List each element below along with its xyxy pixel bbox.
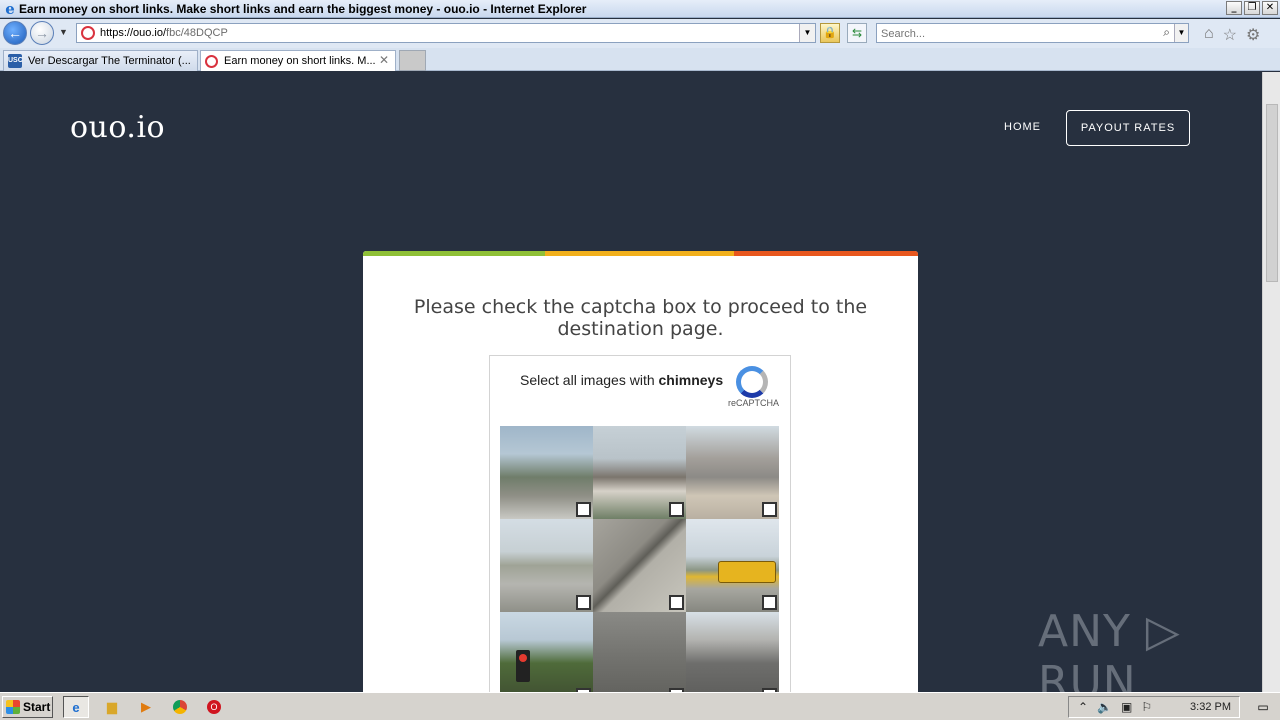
recaptcha-logo-icon bbox=[736, 366, 768, 398]
tray-expand-icon[interactable]: ⌃ bbox=[1078, 700, 1088, 714]
window-titlebar: e Earn money on short links. Make short … bbox=[0, 0, 1280, 18]
volume-icon[interactable]: 🔈 bbox=[1097, 700, 1112, 714]
history-dropdown-icon[interactable]: ▼ bbox=[59, 27, 68, 37]
site-favicon-icon bbox=[81, 26, 95, 40]
home-icon[interactable]: ⌂ bbox=[1204, 25, 1214, 45]
taskbar-opera-button[interactable]: O bbox=[201, 696, 227, 718]
address-dropdown-icon[interactable]: ▼ bbox=[799, 24, 815, 42]
captcha-image-grid bbox=[500, 426, 781, 692]
captcha-tile-3[interactable] bbox=[686, 426, 779, 519]
new-tab-button[interactable] bbox=[399, 50, 426, 71]
card-stripe-yellow bbox=[545, 251, 734, 256]
tab-bar: USC Ver Descargar The Terminator (... Ea… bbox=[0, 48, 1280, 71]
chrome-icon bbox=[173, 700, 187, 714]
address-url[interactable]: https://ouo.io/fbc/48DQCP bbox=[100, 27, 228, 39]
captcha-tile-2[interactable] bbox=[593, 426, 686, 519]
taskbar-ie-button[interactable]: e bbox=[63, 696, 89, 718]
recaptcha-widget: Select all images with chimneys reCAPTCH… bbox=[489, 355, 791, 692]
system-tray: ⌃ 🔈 ▣ ⚐ 3:32 PM bbox=[1068, 696, 1240, 718]
captcha-tile-7[interactable] bbox=[500, 612, 593, 692]
tile-checkbox[interactable] bbox=[762, 502, 777, 517]
folder-icon: ▆ bbox=[107, 699, 117, 714]
minimize-button[interactable]: _ bbox=[1226, 1, 1242, 15]
refresh-icon: ⇆ bbox=[851, 26, 863, 40]
opera-icon: O bbox=[207, 700, 221, 714]
tab-label: Ver Descargar The Terminator (... bbox=[28, 55, 191, 67]
search-input[interactable] bbox=[877, 25, 1147, 43]
restore-button[interactable]: ❐ bbox=[1244, 1, 1260, 15]
captcha-tile-9[interactable] bbox=[686, 612, 779, 692]
settings-gear-icon[interactable]: ⚙ bbox=[1246, 25, 1260, 45]
captcha-card: Please check the captcha box to proceed … bbox=[363, 251, 918, 692]
action-center-flag-icon[interactable]: ⚐ bbox=[1141, 700, 1152, 714]
media-player-icon: ▶ bbox=[141, 699, 151, 714]
show-desktop-icon[interactable]: ▭ bbox=[1248, 696, 1278, 718]
taskbar-media-player-button[interactable]: ▶ bbox=[133, 696, 159, 718]
ie-logo-icon: e bbox=[5, 0, 15, 18]
tab-ouo[interactable]: Earn money on short links. M... ✕ bbox=[200, 50, 396, 71]
search-icon[interactable]: ⌕ bbox=[1163, 25, 1170, 40]
security-lock-button[interactable]: 🔒 bbox=[820, 23, 840, 43]
search-box[interactable]: ⌕ ▼ bbox=[876, 23, 1189, 43]
nav-home-link[interactable]: HOME bbox=[1004, 121, 1041, 133]
tile-checkbox[interactable] bbox=[762, 595, 777, 610]
close-button[interactable]: ✕ bbox=[1262, 1, 1278, 15]
recaptcha-brand: reCAPTCHA bbox=[728, 398, 780, 408]
lock-icon: 🔒 bbox=[823, 27, 837, 39]
taskbar-explorer-button[interactable]: ▆ bbox=[99, 696, 125, 718]
windows-taskbar: Start e ▆ ▶ O ⌃ 🔈 ▣ ⚐ 3:32 PM ▭ bbox=[0, 692, 1280, 720]
captcha-tile-6[interactable] bbox=[686, 519, 779, 612]
page-viewport: ouo.io HOME PAYOUT RATES Please check th… bbox=[0, 72, 1262, 692]
captcha-tile-4[interactable] bbox=[500, 519, 593, 612]
forward-button[interactable]: → bbox=[30, 21, 54, 45]
captcha-instruction: Please check the captcha box to proceed … bbox=[413, 296, 868, 340]
captcha-tile-8[interactable] bbox=[593, 612, 686, 692]
url-path: fbc/48DQCP bbox=[166, 27, 228, 39]
tab-ver-descargar[interactable]: USC Ver Descargar The Terminator (... bbox=[3, 50, 198, 71]
window-controls: _ ❐ ✕ bbox=[1226, 1, 1278, 15]
tab-close-icon[interactable]: ✕ bbox=[379, 53, 389, 67]
start-button[interactable]: Start bbox=[2, 696, 53, 718]
nav-payout-rates-button[interactable]: PAYOUT RATES bbox=[1066, 110, 1190, 146]
scrollbar-thumb[interactable] bbox=[1266, 104, 1278, 282]
school-bus-image bbox=[718, 561, 776, 583]
prompt-target: chimneys bbox=[658, 372, 724, 388]
window-title: Earn money on short links. Make short li… bbox=[19, 1, 587, 16]
search-dropdown-icon[interactable]: ▼ bbox=[1174, 24, 1188, 42]
captcha-tile-1[interactable] bbox=[500, 426, 593, 519]
forward-arrow-icon: → bbox=[35, 25, 49, 41]
usc-icon: USC bbox=[8, 54, 23, 68]
compatibility-refresh-button[interactable]: ⇆ bbox=[847, 23, 867, 43]
internet-explorer-icon: e bbox=[72, 699, 80, 715]
tab-label: Earn money on short links. M... bbox=[224, 55, 376, 67]
windows-logo-icon bbox=[6, 700, 20, 714]
taskbar-chrome-button[interactable] bbox=[167, 696, 193, 718]
start-label: Start bbox=[23, 700, 51, 714]
url-host: https://ouo.io/ bbox=[100, 27, 167, 39]
tile-checkbox[interactable] bbox=[576, 502, 591, 517]
tile-checkbox[interactable] bbox=[669, 502, 684, 517]
traffic-light-image bbox=[516, 650, 530, 682]
taskbar-clock[interactable]: 3:32 PM bbox=[1190, 701, 1231, 713]
tile-checkbox[interactable] bbox=[669, 595, 684, 610]
captcha-tile-5[interactable] bbox=[593, 519, 686, 612]
prompt-prefix: Select all images with bbox=[520, 372, 659, 388]
toolbar-icons: ⌂ ☆ ⚙ bbox=[1204, 25, 1260, 45]
network-icon[interactable]: ▣ bbox=[1121, 700, 1132, 714]
address-bar[interactable]: https://ouo.io/fbc/48DQCP ▼ bbox=[76, 23, 816, 43]
back-arrow-icon: ← bbox=[8, 25, 22, 41]
favorites-star-icon[interactable]: ☆ bbox=[1223, 25, 1237, 45]
ouo-icon bbox=[205, 54, 218, 68]
back-button[interactable]: ← bbox=[3, 21, 27, 45]
navigation-bar: ← → ▼ https://ouo.io/fbc/48DQCP ▼ 🔒 ⇆ ⌕ … bbox=[0, 19, 1280, 48]
tile-checkbox[interactable] bbox=[576, 595, 591, 610]
page-scrollbar[interactable] bbox=[1262, 72, 1280, 692]
site-logo[interactable]: ouo.io bbox=[70, 110, 165, 145]
card-stripe-green bbox=[363, 251, 545, 256]
recaptcha-prompt: Select all images with chimneys bbox=[520, 372, 723, 388]
card-stripe-orange bbox=[734, 251, 918, 256]
